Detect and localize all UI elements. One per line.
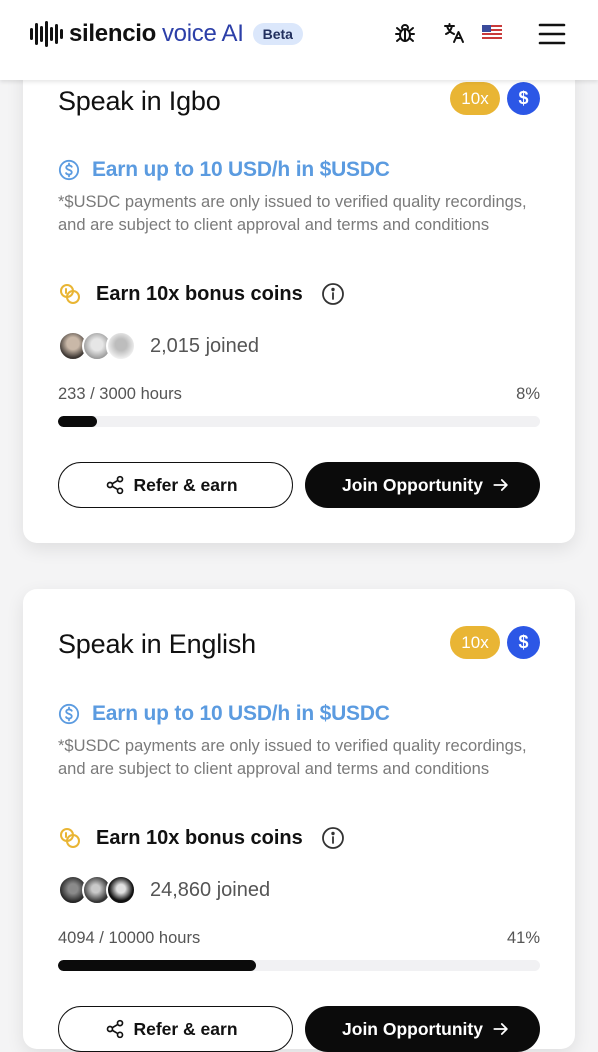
hours-progress-text: 4094 / 10000 hours bbox=[58, 929, 201, 947]
refer-earn-label: Refer & earn bbox=[133, 1018, 238, 1039]
earn-usdc: Earn up to 10 USD/h in $USDC bbox=[58, 702, 390, 726]
refer-earn-button[interactable]: Refer & earn bbox=[58, 1006, 293, 1052]
bonus-row: Earn 10x bonus coins bbox=[58, 826, 345, 850]
avatar bbox=[106, 875, 136, 905]
translate-icon[interactable] bbox=[441, 20, 467, 46]
us-flag-icon[interactable] bbox=[481, 22, 503, 42]
soundwave-icon bbox=[30, 21, 63, 47]
joined-row: 24,860 joined bbox=[58, 874, 270, 906]
bonus-text: Earn 10x bonus coins bbox=[96, 826, 303, 849]
earn-text: Earn up to 10 USD/h in $USDC bbox=[92, 158, 390, 181]
multiplier-badge: 10x bbox=[450, 82, 500, 115]
brand-light: voice AI bbox=[161, 20, 244, 47]
progress-percent: 8% bbox=[516, 385, 540, 403]
menu-icon[interactable] bbox=[538, 20, 566, 48]
card-title: Speak in Igbo bbox=[58, 86, 221, 116]
info-icon[interactable] bbox=[321, 826, 345, 850]
bonus-row: Earn 10x bonus coins bbox=[58, 282, 345, 306]
share-icon bbox=[107, 1019, 124, 1039]
brand-name: silencio voice AI bbox=[69, 20, 244, 48]
joined-row: 2,015 joined bbox=[58, 330, 259, 362]
coins-icon bbox=[60, 828, 80, 848]
hours-progress-text: 233 / 3000 hours bbox=[58, 385, 182, 403]
progress-fill bbox=[58, 960, 256, 971]
earn-text: Earn up to 10 USD/h in $USDC bbox=[92, 702, 390, 725]
dollar-circle-icon bbox=[58, 159, 80, 181]
brand-bold: silencio bbox=[69, 20, 156, 47]
join-opportunity-button[interactable]: Join Opportunity bbox=[305, 1006, 540, 1052]
multiplier-badge: 10x bbox=[450, 626, 500, 659]
avatar-group bbox=[58, 874, 138, 906]
dollar-circle-icon bbox=[58, 703, 80, 725]
avatar bbox=[106, 331, 136, 361]
progress-bar bbox=[58, 960, 540, 971]
top-bar: silencio voice AI Beta bbox=[0, 0, 598, 80]
joined-count: 24,860 joined bbox=[150, 878, 271, 901]
card-title: Speak in English bbox=[58, 629, 256, 659]
refer-earn-button[interactable]: Refer & earn bbox=[58, 462, 293, 508]
progress-bar bbox=[58, 416, 540, 427]
opportunity-card: Speak in English 10x $ Earn up to 10 USD… bbox=[23, 589, 575, 1052]
usd-badge: $ bbox=[507, 82, 540, 115]
progress-fill bbox=[58, 416, 97, 427]
arrow-right-icon bbox=[493, 479, 508, 491]
disclaimer: *$USDC payments are only issued to verif… bbox=[58, 193, 527, 234]
progress-percent: 41% bbox=[506, 929, 540, 947]
info-icon[interactable] bbox=[321, 282, 345, 306]
arrow-right-icon bbox=[493, 1023, 508, 1035]
join-opportunity-button[interactable]: Join Opportunity bbox=[305, 462, 540, 508]
share-icon bbox=[107, 475, 124, 495]
refer-earn-label: Refer & earn bbox=[133, 474, 238, 495]
logo[interactable]: silencio voice AI Beta bbox=[30, 18, 303, 50]
bug-icon[interactable] bbox=[392, 20, 418, 46]
coins-icon bbox=[60, 284, 80, 304]
earn-usdc: Earn up to 10 USD/h in $USDC bbox=[58, 158, 390, 182]
join-opportunity-label: Join Opportunity bbox=[342, 1018, 483, 1039]
usd-badge: $ bbox=[507, 626, 540, 659]
avatar-group bbox=[58, 330, 138, 362]
opportunity-card: Speak in Igbo 10x $ Earn up to 10 USD/h … bbox=[23, 30, 575, 543]
joined-count: 2,015 joined bbox=[150, 334, 259, 357]
join-opportunity-label: Join Opportunity bbox=[342, 474, 483, 495]
disclaimer: *$USDC payments are only issued to verif… bbox=[58, 737, 527, 778]
beta-badge: Beta bbox=[252, 23, 303, 45]
bonus-text: Earn 10x bonus coins bbox=[96, 282, 303, 305]
